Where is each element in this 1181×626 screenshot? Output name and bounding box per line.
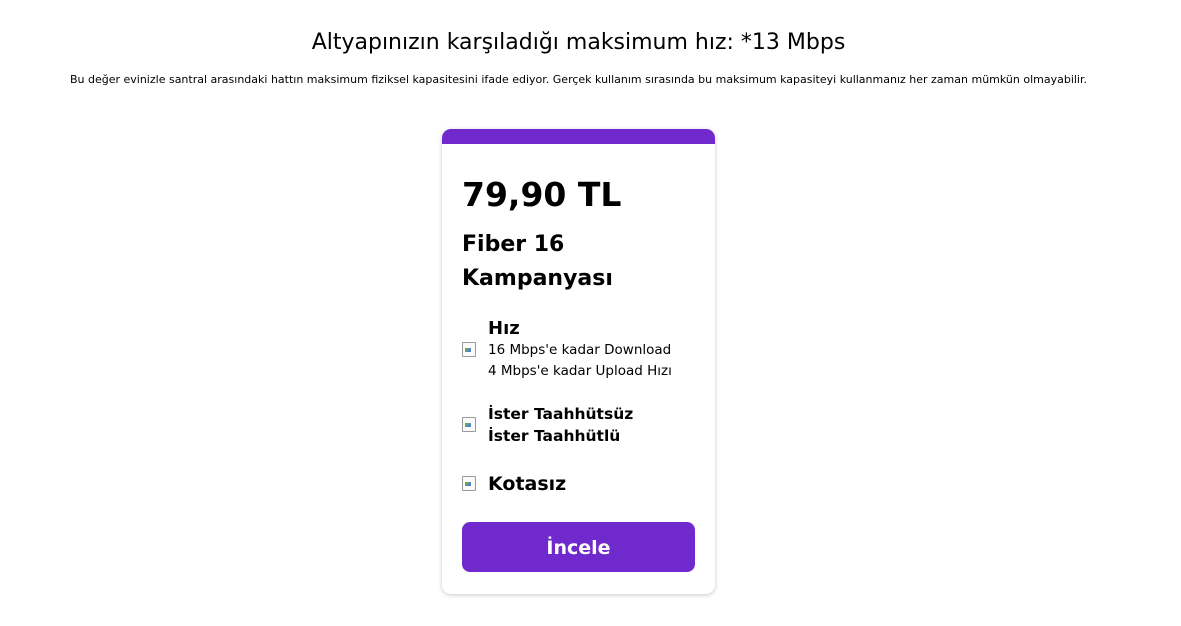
feature-speed-text: Hız 16 Mbps'e kadar Download 4 Mbps'e ka… xyxy=(488,318,672,382)
review-button[interactable]: İncele xyxy=(462,522,695,572)
feature-quota-title: Kotasız xyxy=(488,473,567,495)
feature-commitment: İster Taahhütsüz İster Taahhütlü xyxy=(462,403,633,447)
image-icon xyxy=(462,476,478,492)
feature-commitment-line2: İster Taahhütlü xyxy=(488,427,621,445)
feature-speed: Hız 16 Mbps'e kadar Download 4 Mbps'e ka… xyxy=(462,318,672,382)
feature-speed-title: Hız xyxy=(488,318,520,339)
feature-speed-download: 16 Mbps'e kadar Download xyxy=(488,342,672,358)
page-title: Altyapınızın karşıladığı maksimum hız: *… xyxy=(311,30,846,55)
feature-commitment-text: İster Taahhütsüz İster Taahhütlü xyxy=(488,403,633,447)
plan-price: 79,90 TL xyxy=(462,175,622,214)
card-accent-bar xyxy=(442,129,715,144)
image-icon xyxy=(462,342,478,358)
feature-commitment-line1: İster Taahhütsüz xyxy=(488,405,634,423)
feature-quota: Kotasız xyxy=(462,473,566,495)
feature-speed-upload: 4 Mbps'e kadar Upload Hızı xyxy=(488,363,672,379)
plan-name: Fiber 16 Kampanyası xyxy=(462,232,613,291)
plan-card: 79,90 TL Fiber 16 Kampanyası Hız 16 Mbps… xyxy=(442,129,715,594)
page: Altyapınızın karşıladığı maksimum hız: *… xyxy=(0,0,1181,626)
image-icon xyxy=(462,417,478,433)
page-description: Bu değer evinizle santral arasındaki hat… xyxy=(69,73,1088,86)
